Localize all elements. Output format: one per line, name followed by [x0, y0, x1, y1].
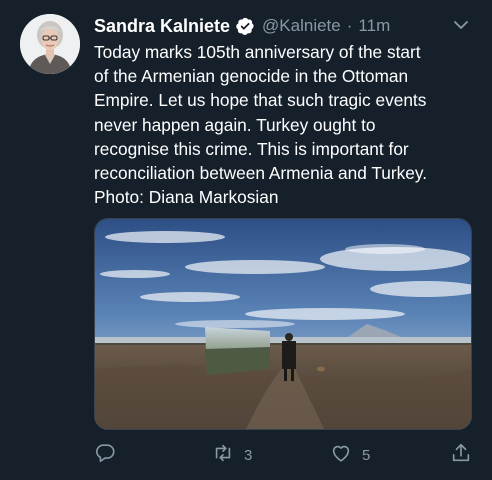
tweet-text-line: Today marks 105th anniversary of the sta… [94, 42, 421, 62]
tweet-text-line: reconciliation between Armenia and Turke… [94, 163, 428, 184]
tweet-text-line: recognise this crime. This is important … [94, 138, 409, 159]
tweet-text-line: of the Armenian genocide in the Ottoman [94, 66, 409, 87]
author-handle[interactable]: @Kalniete [262, 16, 341, 36]
retweet-icon [212, 442, 234, 469]
avatar[interactable] [20, 14, 80, 74]
share-button[interactable] [450, 441, 472, 469]
retweet-button[interactable]: 3 [212, 441, 252, 469]
reply-icon [94, 442, 116, 469]
like-button[interactable]: 5 [330, 441, 370, 469]
separator-dot: · [346, 16, 353, 35]
tweet-text-line: Photo: Diana Markosian [94, 187, 279, 208]
heart-icon [330, 442, 352, 469]
tweet-actions: 3 5 [94, 441, 480, 469]
tweet-text-line: never happen again. Turkey ought to [94, 114, 376, 135]
verified-badge-icon [235, 16, 255, 36]
like-count: 5 [362, 446, 371, 464]
tweet-photo[interactable] [94, 218, 472, 430]
tweet-text: Today marks 105th anniversary of the sta… [94, 40, 479, 209]
author-name[interactable]: Sandra Kalniete [94, 16, 230, 37]
tweet-header: Sandra Kalniete @Kalniete · 11m [94, 14, 476, 38]
retweet-count: 3 [244, 446, 253, 464]
chevron-down-icon[interactable] [452, 16, 470, 34]
timestamp[interactable]: 11m [358, 16, 390, 36]
share-icon [450, 442, 472, 469]
tweet[interactable]: Sandra Kalniete @Kalniete · 11m Today ma… [0, 0, 492, 480]
reply-button[interactable] [94, 441, 116, 469]
tweet-text-line: Empire. Let us hope that such tragic eve… [94, 90, 427, 111]
